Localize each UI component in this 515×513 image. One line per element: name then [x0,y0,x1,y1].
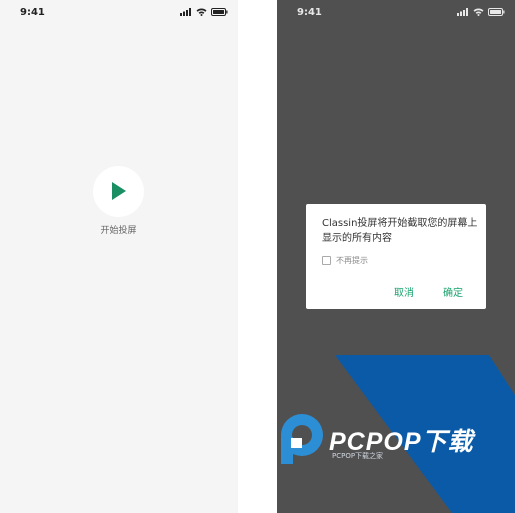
checkbox-box[interactable] [322,256,331,265]
phone-screen-start: 9:41 开始投屏 [0,0,238,513]
dialog-message: Classin投屏将开始截取您的屏幕上显示的所有内容 [322,218,478,244]
battery-icon [211,8,228,16]
signal-icon [457,8,468,16]
screen-capture-dialog: Classin投屏将开始截取您的屏幕上显示的所有内容 不再提示 取消 确定 [306,204,486,309]
signal-icon [180,8,191,16]
battery-icon [488,8,505,16]
dont-show-again-checkbox[interactable]: 不再提示 [322,255,368,266]
status-bar: 9:41 [277,0,515,28]
play-icon [112,182,126,200]
status-icons [180,8,228,16]
status-time: 9:41 [20,7,45,18]
status-time: 9:41 [297,7,322,18]
wifi-icon [473,8,484,16]
pcpop-logo-icon [281,414,323,464]
status-icons [457,8,505,16]
checkbox-label: 不再提示 [336,256,368,265]
confirm-button[interactable]: 确定 [443,284,463,299]
start-cast-button[interactable] [93,166,144,217]
wifi-icon [196,8,207,16]
phone-screen-dialog: 9:41 Classin投屏将开始截取您的屏幕上显示的所有内容 不再提示 取消 … [277,0,515,513]
start-cast-label: 开始投屏 [100,226,137,236]
cancel-button[interactable]: 取消 [394,284,414,299]
status-bar: 9:41 [0,0,238,28]
watermark-subtitle: PCPOP下载之家 [332,452,384,460]
